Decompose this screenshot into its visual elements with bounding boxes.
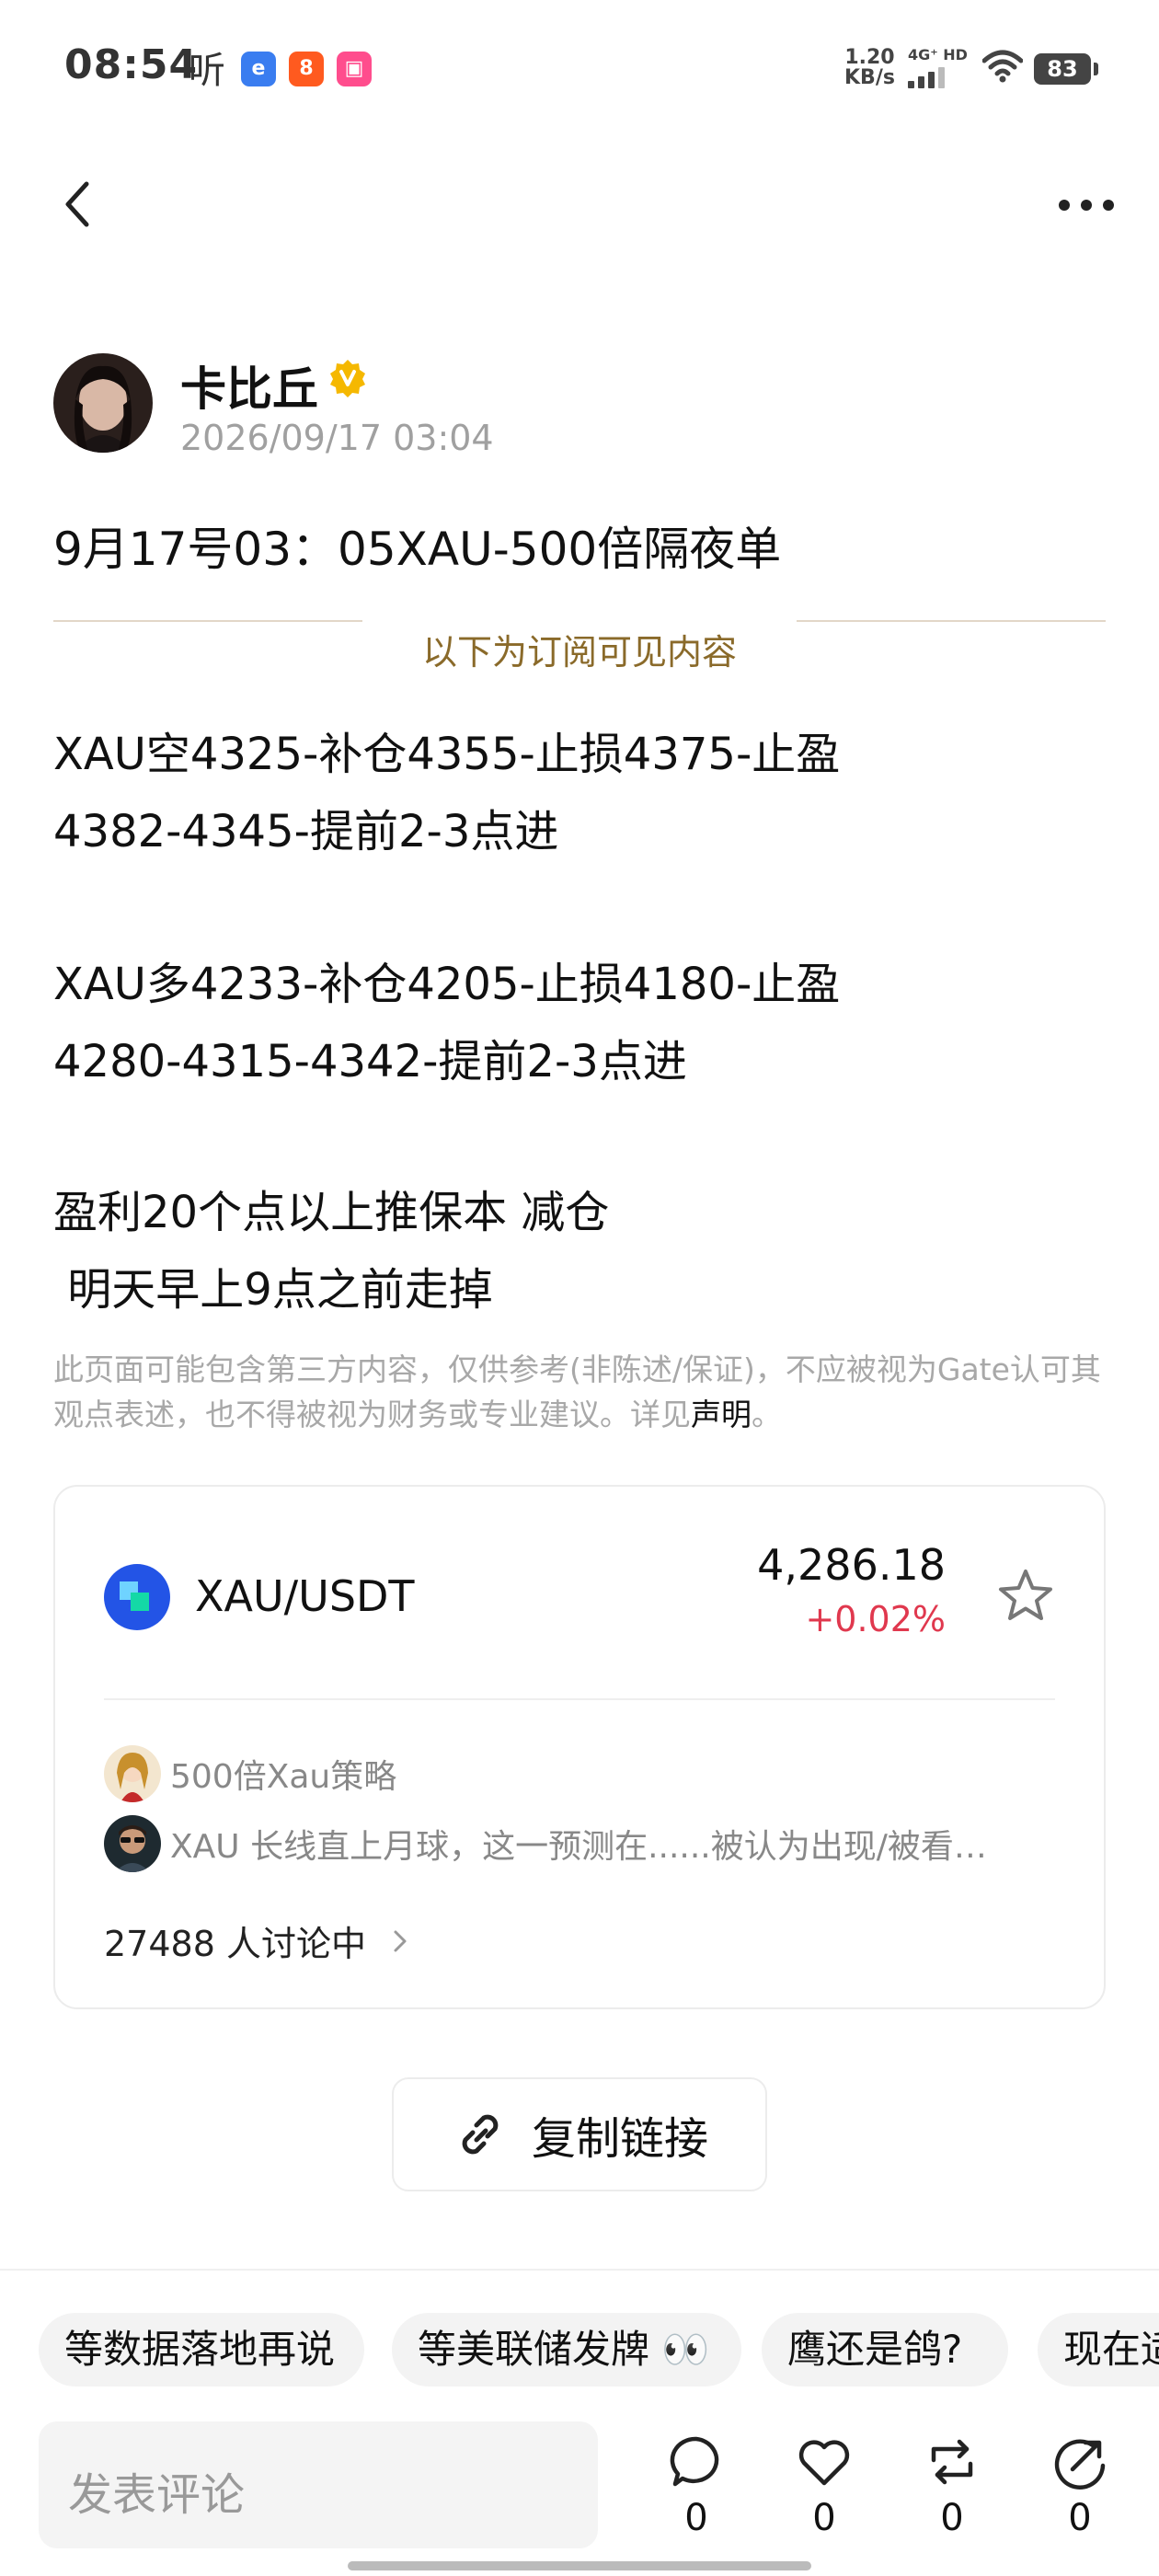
trading-pair: XAU/USDT: [195, 1571, 415, 1621]
pair-price: 4,286.18: [757, 1540, 946, 1590]
disclaimer-text: 此页面可能包含第三方内容，仅供参考(非陈述/保证)，不应被视为Gate认可其观点…: [53, 1347, 1111, 1437]
discussion-title: XAU 长线直上月球，这一预测在......被认为出现/被看…: [170, 1828, 987, 1866]
discussion-avatar: [104, 1745, 161, 1802]
author-name[interactable]: 卡比丘: [180, 352, 318, 419]
favorite-star-icon[interactable]: [995, 1566, 1056, 1627]
repost-icon: [931, 2439, 973, 2485]
bottom-separator: [0, 2269, 1159, 2271]
battery-icon: 83: [1034, 53, 1098, 85]
cellular-signal-icon: 4G⁺ HD: [908, 46, 968, 88]
disclaimer-body: 此页面可能包含第三方内容，仅供参考(非陈述/保证)，不应被视为Gate认可其观点…: [53, 1351, 1101, 1432]
xau-coin-icon: [104, 1564, 170, 1630]
like-button[interactable]: 0: [783, 2432, 866, 2539]
post-line: 明天早上9点之前走掉: [53, 1264, 493, 1316]
subscriber-content-label: 以下为订阅可见内容: [421, 632, 737, 673]
discussion-item[interactable]: XAU 长线直上月球，这一预测在......被认为出现/被看…: [104, 1814, 987, 1873]
chevron-right-icon: [394, 1930, 407, 1951]
post-line: 4382-4345-提前2-3点进: [53, 806, 559, 857]
disclaimer-end: 。: [752, 1397, 782, 1432]
network-speed: 1.20 KB/s: [844, 48, 895, 88]
repost-button[interactable]: 0: [911, 2432, 993, 2539]
share-count: 0: [1068, 2497, 1092, 2539]
discussion-title: 500倍Xau策略: [170, 1758, 397, 1796]
like-count: 0: [812, 2497, 836, 2539]
discussion-avatar: [104, 1815, 161, 1872]
quick-reply-chip[interactable]: 鹰还是鸽?: [762, 2313, 1008, 2386]
comment-input[interactable]: 发表评论: [39, 2421, 598, 2548]
post-line: 4280-4315-4342-提前2-3点进: [53, 1036, 687, 1087]
quick-reply-chip[interactable]: 等数据落地再说: [39, 2313, 364, 2386]
post-line: 盈利20个点以上推保本 减仓: [53, 1187, 610, 1238]
heart-icon: [798, 2440, 850, 2486]
more-dots-icon: [1059, 200, 1114, 211]
home-indicator[interactable]: [348, 2561, 811, 2570]
divider-right: [797, 620, 1106, 622]
comment-button[interactable]: 0: [655, 2432, 738, 2539]
store-app-icon: 8: [289, 52, 324, 86]
discussing-count-link[interactable]: 27488 人讨论中: [104, 1915, 414, 1966]
network-type: 4G⁺ HD: [908, 46, 968, 63]
comment-count: 0: [684, 2497, 708, 2539]
share-icon: [1054, 2439, 1106, 2490]
browser-app-icon: e: [241, 52, 276, 86]
divider-left: [53, 620, 362, 622]
post-title: 9月17号03：05XAU-500倍隔夜单: [53, 523, 782, 576]
wifi-icon: [981, 50, 1024, 86]
post-line: XAU空4325-补仓4355-止损4375-止盈: [53, 729, 841, 780]
quick-reply-chips: 等数据落地再说 等美联储发牌 👀 鹰还是鸽? 现在适: [39, 2313, 1159, 2386]
post-timestamp: 2026/09/17 03:04: [180, 418, 494, 458]
verified-badge-icon: [327, 358, 368, 398]
pair-change: +0.02%: [805, 1599, 946, 1639]
post-line: XAU多4233-补仓4205-止损4180-止盈: [53, 959, 841, 1010]
back-button[interactable]: [55, 177, 101, 232]
quick-reply-chip[interactable]: 现在适: [1038, 2313, 1159, 2386]
network-speed-value: 1.20: [844, 46, 895, 69]
discussing-count: 27488 人讨论中: [104, 1924, 366, 1964]
status-time: 08:54: [64, 41, 199, 88]
more-options-button[interactable]: [1053, 189, 1119, 222]
comment-placeholder: 发表评论: [68, 2469, 246, 2521]
video-app-icon: ▣: [337, 52, 372, 86]
copy-link-button[interactable]: 复制链接: [392, 2077, 767, 2191]
comment-icon: [670, 2436, 719, 2487]
author-avatar[interactable]: [53, 353, 153, 453]
market-card[interactable]: XAU/USDT 4,286.18 +0.02% 500倍Xau策略 XAU 长…: [53, 1485, 1106, 2009]
quick-reply-chip[interactable]: 等美联储发牌 👀: [392, 2313, 741, 2386]
disclaimer-statement-link[interactable]: 声明: [691, 1397, 752, 1432]
status-bar: 08:54 听 e 8 ▣ 1.20 KB/s 4G⁺ HD 83: [0, 0, 1159, 138]
link-icon: [462, 2114, 499, 2155]
chevron-left-icon: [65, 181, 89, 227]
discussion-item[interactable]: 500倍Xau策略: [104, 1744, 396, 1803]
card-divider: [104, 1698, 1055, 1700]
repost-count: 0: [940, 2497, 964, 2539]
copy-link-label: 复制链接: [531, 2113, 708, 2165]
ting-app-icon: 听: [189, 50, 225, 92]
network-speed-unit: KB/s: [844, 66, 895, 89]
share-button[interactable]: 0: [1039, 2432, 1121, 2539]
